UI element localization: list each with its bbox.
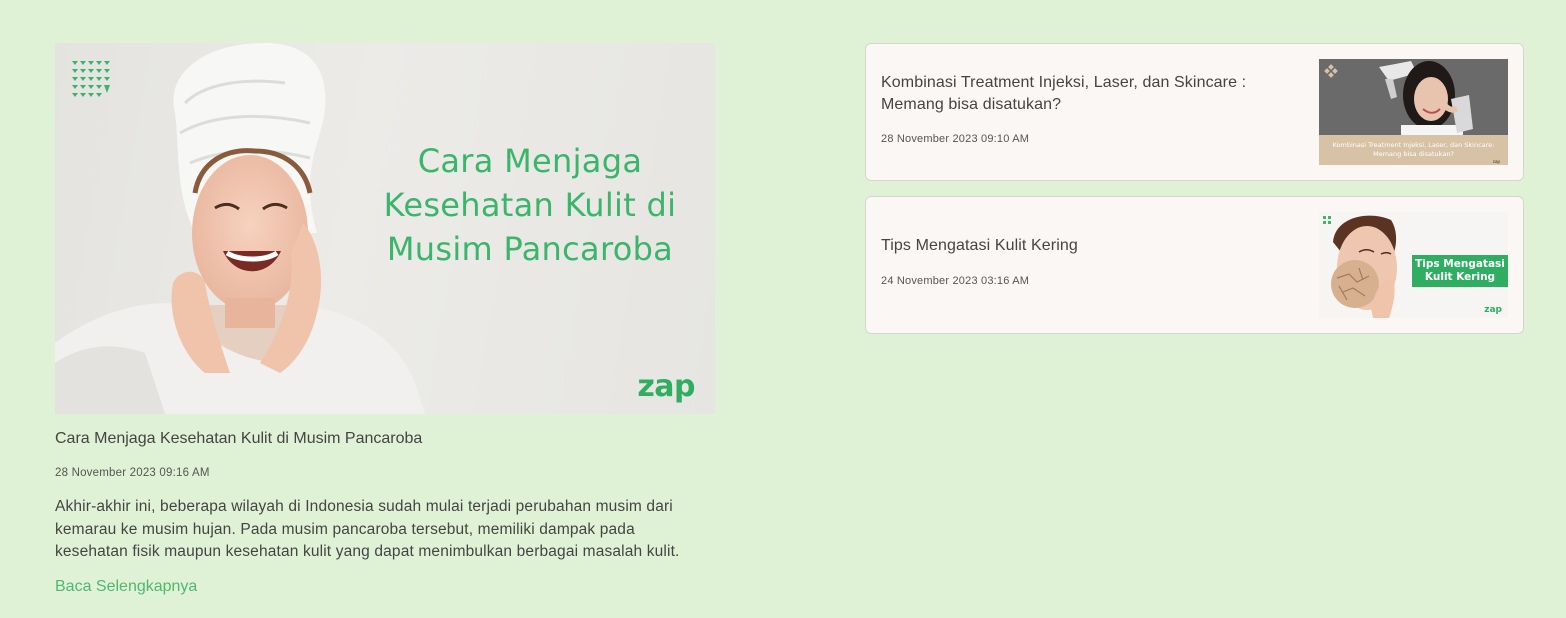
article-card[interactable]: Kombinasi Treatment Injeksi, Laser, dan … [865, 43, 1524, 181]
article-card-date: 24 November 2023 03:16 AM [881, 275, 1030, 287]
featured-image[interactable]: Cara Menjaga Kesehatan Kulit di Musim Pa… [55, 43, 715, 414]
thumbnail-caption: Tips Mengatasi Kulit Kering [1412, 255, 1508, 287]
featured-image-headline: Cara Menjaga Kesehatan Kulit di Musim Pa… [383, 142, 677, 268]
zap-logo: zap [637, 369, 695, 404]
read-more-link[interactable]: Baca Selengkapnya [55, 578, 197, 596]
thumbnail-caption: Kombinasi Treatment Injeksi, Laser, dan … [1332, 141, 1495, 158]
article-card-date: 28 November 2023 09:10 AM [881, 133, 1030, 145]
featured-date: 28 November 2023 09:16 AM [55, 467, 210, 479]
article-thumbnail[interactable]: Tips Mengatasi Kulit Kering zap [1319, 212, 1508, 318]
triangle-pattern-icon [72, 61, 110, 97]
featured-excerpt: Akhir-akhir ini, beberapa wilayah di Ind… [55, 498, 680, 560]
featured-article: Cara Menjaga Kesehatan Kulit di Musim Pa… [55, 43, 715, 596]
zap-logo: zap [1484, 305, 1502, 315]
featured-title[interactable]: Cara Menjaga Kesehatan Kulit di Musim Pa… [55, 428, 715, 450]
zap-logo: zap [1492, 159, 1500, 164]
article-card[interactable]: Tips Mengatasi Kulit Kering 24 November … [865, 196, 1524, 334]
article-thumbnail[interactable]: Kombinasi Treatment Injeksi, Laser, dan … [1319, 59, 1508, 165]
article-card-title[interactable]: Kombinasi Treatment Injeksi, Laser, dan … [881, 72, 1291, 116]
article-card-title[interactable]: Tips Mengatasi Kulit Kering [881, 235, 1291, 257]
